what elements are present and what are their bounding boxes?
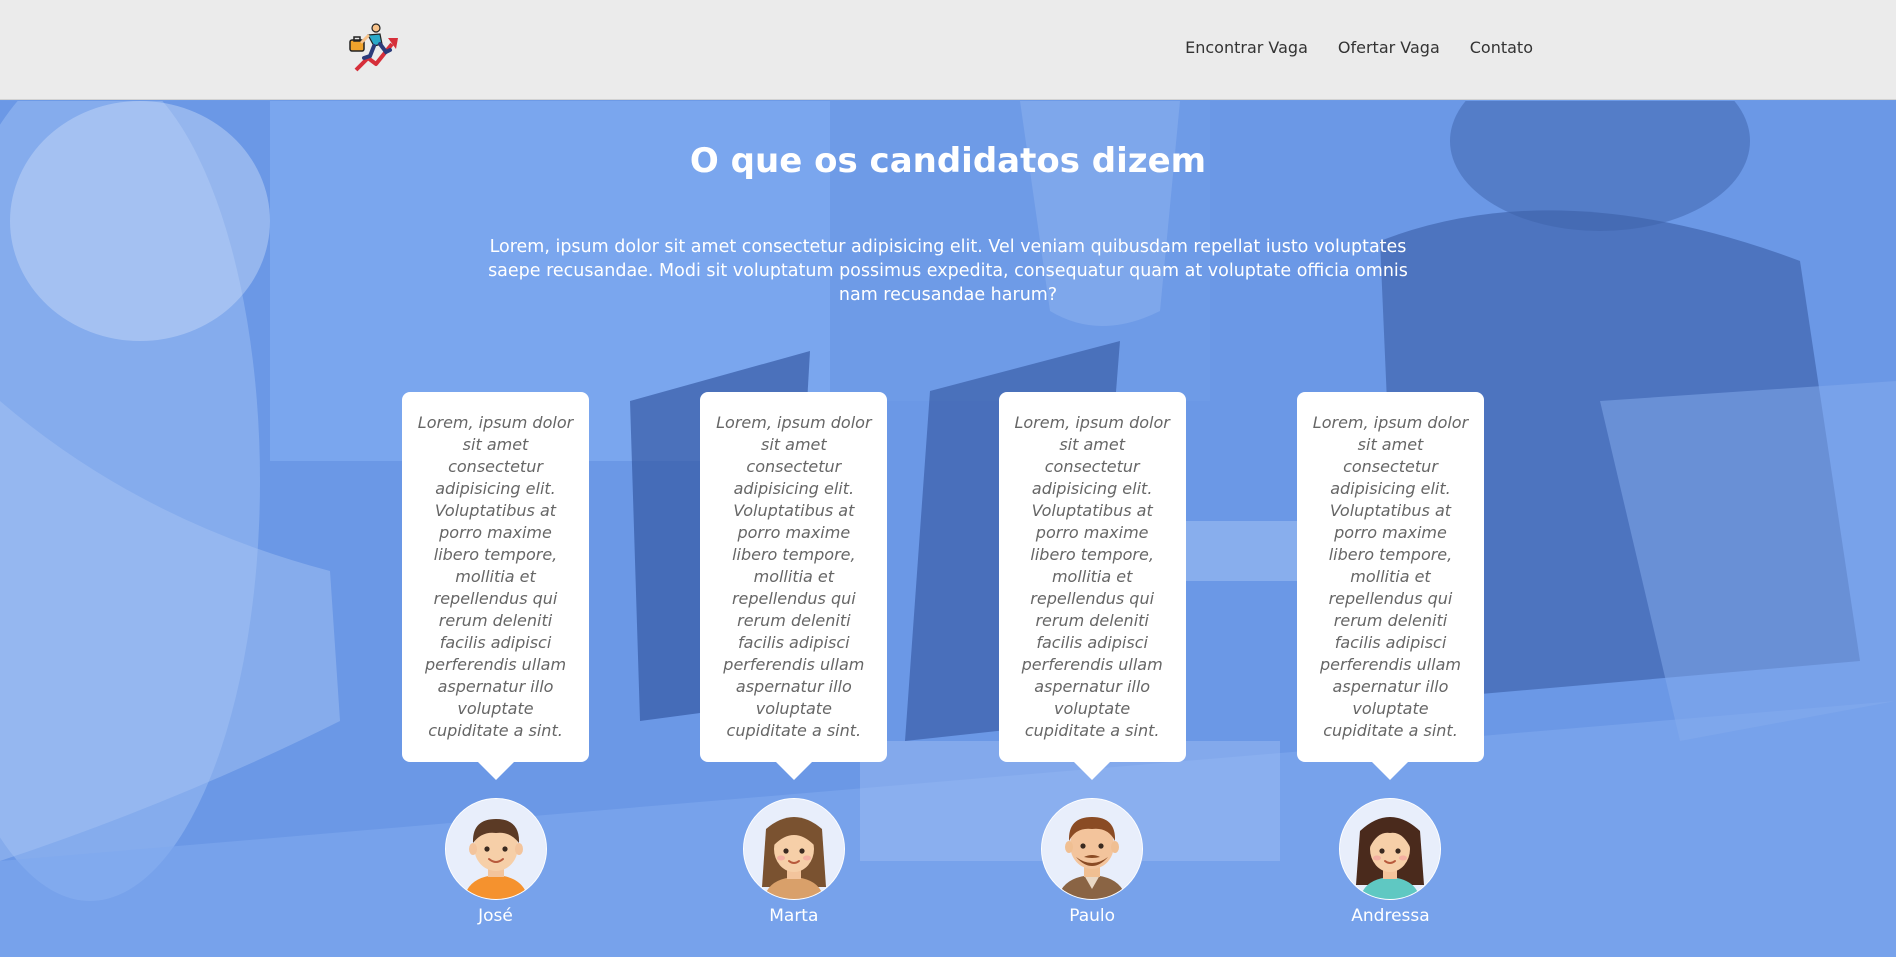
person-name: Marta — [769, 906, 819, 926]
woman-avatar-icon — [742, 798, 845, 900]
person-name: Andressa — [1351, 906, 1430, 926]
nav-link-contato[interactable]: Contato — [1470, 38, 1533, 57]
nav-link-encontrar-vaga[interactable]: Encontrar Vaga — [1185, 38, 1308, 57]
testimonial-card: Lorem, ipsum dolor sit amet consectetur … — [998, 392, 1186, 926]
nav-link-ofertar-vaga[interactable]: Ofertar Vaga — [1338, 38, 1440, 57]
testimonial-list: Lorem, ipsum dolor sit amet consectetur … — [402, 392, 1484, 926]
person-name: José — [478, 906, 513, 926]
testimonials-section: O que os candidatos dizem Lorem, ipsum d… — [0, 101, 1896, 957]
boy-avatar-icon — [444, 798, 547, 900]
site-header: Encontrar Vaga Ofertar Vaga Contato — [0, 0, 1896, 100]
quote-bubble: Lorem, ipsum dolor sit amet consectetur … — [402, 392, 589, 780]
runner-chart-logo-icon[interactable] — [346, 22, 402, 78]
testimonial-card: Lorem, ipsum dolor sit amet consectetur … — [402, 392, 589, 926]
bearded-man-avatar-icon — [1041, 798, 1144, 900]
section-title: O que os candidatos dizem — [689, 141, 1207, 181]
quote-bubble: Lorem, ipsum dolor sit amet consectetur … — [1296, 392, 1484, 780]
main-nav: Encontrar Vaga Ofertar Vaga Contato — [1185, 38, 1533, 57]
quote-bubble: Lorem, ipsum dolor sit amet consectetur … — [998, 392, 1186, 780]
testimonial-card: Lorem, ipsum dolor sit amet consectetur … — [1296, 392, 1484, 926]
testimonial-card: Lorem, ipsum dolor sit amet consectetur … — [700, 392, 888, 926]
person-name: Paulo — [1069, 906, 1116, 926]
section-intro: Lorem, ipsum dolor sit amet consectetur … — [488, 237, 1408, 305]
girl-avatar-icon — [1339, 798, 1442, 900]
quote-bubble: Lorem, ipsum dolor sit amet consectetur … — [700, 392, 888, 780]
